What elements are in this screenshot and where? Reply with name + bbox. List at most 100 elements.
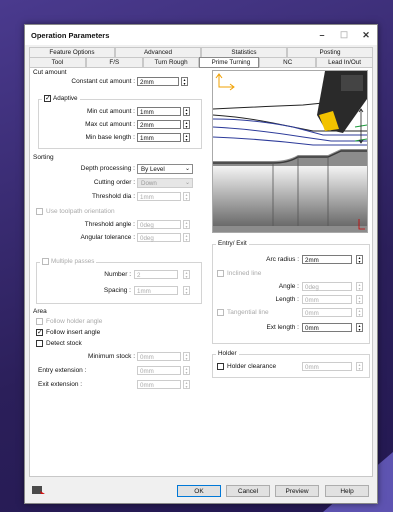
ext-length-input[interactable]: 0mm [302, 323, 352, 332]
minimize-button[interactable]: – [311, 30, 333, 40]
turning-diagram [213, 71, 367, 232]
cut-amount-title: Cut amount [33, 69, 67, 76]
tab-strip: Feature Options Advanced Statistics Post… [29, 47, 373, 69]
prime-turning-panel: Cut amount Constant cut amount : 2mm ▴ ▾ … [29, 67, 373, 477]
minimum-stock-spinner: ▴ ▾ [183, 352, 190, 361]
min-cut-label: Min cut amount : [86, 108, 135, 115]
angular-tolerance-label: Angular tolerance : [80, 234, 135, 241]
toolpath-preview [212, 70, 368, 233]
holder-clearance-spinner: ▴ ▾ [356, 362, 363, 371]
adaptive-checkbox[interactable]: ✓ [44, 95, 51, 102]
holder-clearance-label: Holder clearance [227, 363, 277, 370]
min-base-length-label: Min base length : [85, 134, 135, 141]
minimum-stock-label: Minimum stock : [88, 353, 135, 360]
tab-lead-in-out[interactable]: Lead In/Out [316, 57, 373, 67]
depth-processing-select[interactable]: By Level ⌄ [137, 164, 193, 174]
detect-stock-checkbox[interactable] [36, 340, 43, 347]
angular-tolerance-spinner: ▴ ▾ [183, 233, 190, 242]
ext-length-label: Ext length : [266, 324, 299, 331]
arc-radius-spinner[interactable]: ▴ ▾ [356, 255, 363, 264]
min-cut-input[interactable]: 1mm [137, 107, 181, 116]
window-title: Operation Parameters [31, 30, 110, 40]
use-toolpath-orientation-checkbox[interactable] [36, 208, 43, 215]
threshold-dia-input: 1mm [137, 192, 181, 201]
minimum-stock-input: 0mm [137, 352, 181, 361]
chevron-down-icon: ⌄ [184, 166, 190, 172]
tangential-line-input: 0mm [302, 308, 352, 317]
spacing-label: Spacing : [103, 287, 131, 294]
threshold-angle-label: Threshold angle : [84, 221, 135, 228]
chevron-down-icon: ⌄ [184, 180, 190, 186]
cancel-button[interactable]: Cancel [226, 485, 270, 497]
multiple-passes-group: Multiple passes Number : 2 ▴ ▾ Spacing : … [36, 258, 202, 304]
constant-cut-spinner[interactable]: ▴ ▾ [181, 77, 188, 86]
tab-fs[interactable]: F/S [85, 57, 143, 67]
constant-cut-input[interactable]: 2mm [137, 77, 179, 86]
entry-extension-input: 0mm [137, 366, 181, 375]
arc-radius-input[interactable]: 2mm [302, 255, 352, 264]
tangential-line-spinner: ▴ ▾ [356, 308, 363, 317]
angle-label: Angle : [278, 283, 299, 290]
follow-insert-angle-checkbox[interactable]: ✓ [36, 329, 43, 336]
cutting-order-select: Down ⌄ [137, 178, 193, 188]
tab-feature-options[interactable]: Feature Options [29, 47, 115, 57]
tab-nc[interactable]: NC [259, 57, 317, 67]
multiple-passes-checkbox[interactable] [42, 258, 49, 265]
length-spinner: ▴ ▾ [356, 295, 363, 304]
length-label: Length : [275, 296, 300, 303]
use-toolpath-orientation-label: Use toolpath orientation [46, 208, 115, 215]
close-button[interactable]: ✕ [355, 30, 377, 41]
help-button[interactable]: Help [325, 485, 369, 497]
holder-clearance-checkbox[interactable] [217, 363, 224, 370]
threshold-angle-spinner: ▴ ▾ [183, 220, 190, 229]
angle-spinner: ▴ ▾ [356, 282, 363, 291]
entry-exit-title: Entry/ Exit [216, 240, 249, 247]
angle-input: 0deg [302, 282, 352, 291]
holder-title: Holder [216, 350, 239, 357]
wizard-icon[interactable] [32, 485, 46, 495]
adaptive-label: Adaptive [53, 95, 78, 102]
maximize-button: ☐ [339, 29, 349, 40]
threshold-dia-label: Threshold dia : [92, 193, 135, 200]
exit-extension-label: Exit extension : [38, 381, 83, 388]
preview-button[interactable]: Preview [275, 485, 319, 497]
depth-processing-value: By Level [141, 166, 165, 173]
arc-radius-label: Arc radius : [266, 256, 299, 263]
tangential-line-label: Tangential line [227, 309, 269, 316]
cutting-order-value: Down [141, 180, 157, 187]
exit-extension-spinner: ▴ ▾ [183, 380, 190, 389]
spacing-spinner: ▴ ▾ [183, 286, 190, 295]
cutting-order-label: Cutting order : [93, 179, 135, 186]
tab-turn-rough[interactable]: Turn Rough [142, 57, 200, 67]
angular-tolerance-input: 0deg [137, 233, 181, 242]
operation-parameters-dialog: Operation Parameters – ☐ ✕ Feature Optio… [24, 24, 378, 504]
inclined-line-label: Inclined line [227, 270, 262, 277]
number-spinner: ▴ ▾ [183, 270, 190, 279]
max-cut-input[interactable]: 2mm [137, 120, 181, 129]
holder-clearance-input: 0mm [302, 362, 352, 371]
tab-posting[interactable]: Posting [287, 47, 373, 57]
adaptive-group: ✓ Adaptive Min cut amount : 1mm ▴ ▾ Max c… [38, 95, 202, 149]
min-cut-spinner[interactable]: ▴ ▾ [183, 107, 190, 116]
tab-advanced[interactable]: Advanced [115, 47, 201, 57]
follow-holder-angle-checkbox[interactable] [36, 318, 43, 325]
tangential-line-checkbox[interactable] [217, 309, 224, 316]
min-base-length-input[interactable]: 1mm [137, 133, 181, 142]
tab-prime-turning[interactable]: Prime Turning [199, 57, 260, 68]
min-base-length-spinner[interactable]: ▴ ▾ [183, 133, 190, 142]
ext-length-spinner[interactable]: ▴ ▾ [356, 323, 363, 332]
max-cut-spinner[interactable]: ▴ ▾ [183, 120, 190, 129]
entry-exit-group: Entry/ Exit Arc radius : 2mm ▴ ▾ Inclined… [212, 240, 370, 344]
tab-tool[interactable]: Tool [29, 57, 86, 67]
tab-statistics[interactable]: Statistics [201, 47, 287, 57]
multiple-passes-label: Multiple passes [51, 258, 95, 265]
depth-processing-label: Depth processing : [80, 165, 135, 172]
entry-extension-label: Entry extension : [38, 367, 87, 374]
sorting-title: Sorting [33, 154, 54, 161]
inclined-line-checkbox[interactable] [217, 270, 224, 277]
threshold-dia-spinner: ▴ ▾ [183, 192, 190, 201]
exit-extension-input: 0mm [137, 380, 181, 389]
title-bar: Operation Parameters – ☐ ✕ [25, 25, 377, 45]
follow-holder-angle-label: Follow holder angle [46, 318, 103, 325]
ok-button[interactable]: OK [177, 485, 221, 497]
